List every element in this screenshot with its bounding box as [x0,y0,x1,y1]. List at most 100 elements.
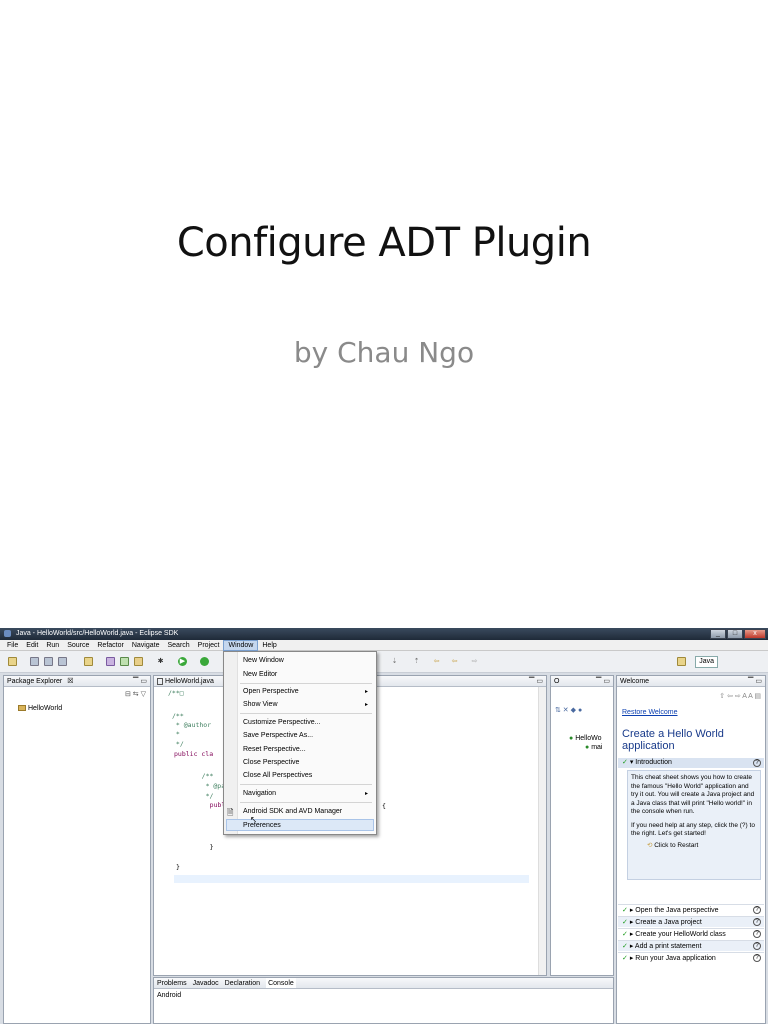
outline-item-method[interactable]: ● mai [585,744,602,751]
outline-tab[interactable]: O ▔ ▭ [551,676,613,687]
next-annotation-icon[interactable]: ⇡ [412,657,421,666]
menu-navigation[interactable]: Navigation [243,790,276,797]
forward-nav-icon[interactable]: ⇦ [450,657,459,666]
code-line[interactable]: /** [172,712,184,720]
code-line[interactable]: } [194,843,214,851]
tab-close-icon[interactable]: ☒ [67,678,73,685]
save-all-icon[interactable] [44,657,53,666]
outline-panel: O ▔ ▭ ⇅ ✕ ◆ ● ● HelloWo ● mai [550,675,614,976]
click-to-restart[interactable]: ⟲ Click to Restart [647,842,757,851]
menu-android-sdk-avd-manager[interactable]: Android SDK and AVD Manager [243,808,342,815]
menu-preferences[interactable]: Preferences [243,822,281,829]
menu-show-view[interactable]: Show View [243,701,278,708]
menu-close-all-perspectives[interactable]: Close All Perspectives [243,772,312,779]
tree-item-helloworld[interactable]: HelloWorld [18,705,62,712]
eclipse-icon [4,629,11,637]
menu-edit[interactable]: Edit [22,640,42,651]
maximize-button[interactable]: □ [727,629,743,639]
outline-toolbar-icons[interactable]: ⇅ ✕ ◆ ● [555,706,582,714]
menu-run[interactable]: Run [42,640,63,651]
print-icon[interactable] [58,657,67,666]
outline-item-class[interactable]: ● HelloWo [569,735,602,742]
forward-icon[interactable]: ⇨ [470,657,479,666]
window-controls: _ □ x [710,629,766,639]
method-icon: ● [585,744,590,751]
menu-customize-perspective[interactable]: Customize Perspective... [243,719,320,726]
menu-window[interactable]: Window [223,639,259,651]
code-line[interactable]: * @pa [186,782,226,790]
menu-source[interactable]: Source [63,640,93,651]
menu-reset-perspective[interactable]: Reset Perspective... [243,746,306,753]
help-icon[interactable]: ? [753,954,761,962]
menu-open-perspective[interactable]: Open Perspective [243,688,373,695]
eclipse-screenshot: Java - HelloWorld/src/HelloWorld.java - … [0,628,768,1024]
bottom-panel: Problems Javadoc Declaration Console And… [153,977,614,1024]
help-icon[interactable]: ? [753,930,761,938]
welcome-nav-icons[interactable]: ⇧ ⇦ ⇨ A A ▤ [719,692,761,700]
debug-icon[interactable]: ✱ [156,657,165,666]
editor-scrollbar[interactable] [538,687,546,975]
help-icon[interactable]: ? [753,906,761,914]
menu-separator [240,802,372,803]
minimize-button[interactable]: _ [710,629,726,639]
step-item[interactable]: ✓ ▸ Create a Java project ? [618,916,764,927]
intro-header[interactable]: ✓ ▾ Introduction ? [618,758,764,768]
code-line[interactable]: * @author [172,721,211,729]
menu-help[interactable]: Help [258,640,280,651]
editor-controls-icon[interactable]: ▔ ▭ [529,676,543,687]
help-icon[interactable]: ? [753,759,761,767]
annotation-icon[interactable]: ⇣ [390,657,399,666]
code-line[interactable]: /** [186,772,214,780]
step-item[interactable]: ✓ ▸ Add a print statement ? [618,940,764,951]
menu-project[interactable]: Project [194,640,224,651]
terminal-icon[interactable] [84,657,93,666]
code-line[interactable]: */ [186,792,214,800]
menu-search[interactable]: Search [163,640,193,651]
step-item[interactable]: ✓ ▸ Run your Java application ? [618,952,764,963]
bottom-tabs: Problems Javadoc Declaration Console [154,978,613,989]
new-icon[interactable] [8,657,17,666]
new-class-icon[interactable] [120,657,129,666]
code-brace[interactable]: { [382,802,386,810]
code-line[interactable]: */ [172,740,184,748]
code-line[interactable]: } [176,863,180,871]
close-button[interactable]: x [744,629,766,639]
collapse-all-icon[interactable]: ⊟ ⇆ ▽ [125,690,146,698]
help-icon[interactable]: ? [753,918,761,926]
project-folder-icon [18,705,26,712]
menu-close-perspective[interactable]: Close Perspective [243,759,299,766]
tab-problems[interactable]: Problems [157,978,187,988]
back-icon[interactable]: ⇦ [432,657,441,666]
welcome-controls-icon[interactable]: ▔ ▭ [748,676,762,687]
open-type-icon[interactable] [134,657,143,666]
open-perspective-icon[interactable] [677,657,686,666]
menu-navigate[interactable]: Navigate [128,640,164,651]
minimize-maximize-icon[interactable]: ▔ ▭ [133,676,147,687]
welcome-tab[interactable]: Welcome ▔ ▭ [617,676,765,687]
menu-new-editor[interactable]: New Editor [243,671,277,678]
step-item[interactable]: ✓ ▸ Create your HelloWorld class ? [618,928,764,939]
tab-declaration[interactable]: Declaration [225,978,260,988]
code-line[interactable]: public cla [174,750,213,758]
restore-welcome-link[interactable]: Restore Welcome [622,709,678,716]
menu-save-perspective[interactable]: Save Perspective As... [243,732,313,739]
menu-new-window[interactable]: New Window [243,657,284,664]
tab-javadoc[interactable]: Javadoc [193,978,219,988]
cheatsheet-title: Create a Hello World application [622,728,724,752]
class-icon: ● [569,735,574,742]
new-package-icon[interactable] [106,657,115,666]
package-explorer-tab[interactable]: Package Explorer ☒ ▔ ▭ [4,676,150,687]
java-perspective-button[interactable]: Java [695,656,718,668]
code-line[interactable]: * [172,730,180,738]
package-explorer-label: Package Explorer [7,678,63,685]
tab-console[interactable]: Console [266,978,296,988]
run-icon[interactable]: ▶ [178,657,187,666]
save-icon[interactable] [30,657,39,666]
menu-refactor[interactable]: Refactor [93,640,127,651]
code-line[interactable]: /**□ [168,689,184,697]
help-icon[interactable]: ? [753,942,761,950]
menu-file[interactable]: File [3,640,22,651]
external-tools-icon[interactable] [200,657,209,666]
outline-controls-icon[interactable]: ▔ ▭ [596,676,610,687]
step-item[interactable]: ✓ ▸ Open the Java perspective ? [618,904,764,915]
